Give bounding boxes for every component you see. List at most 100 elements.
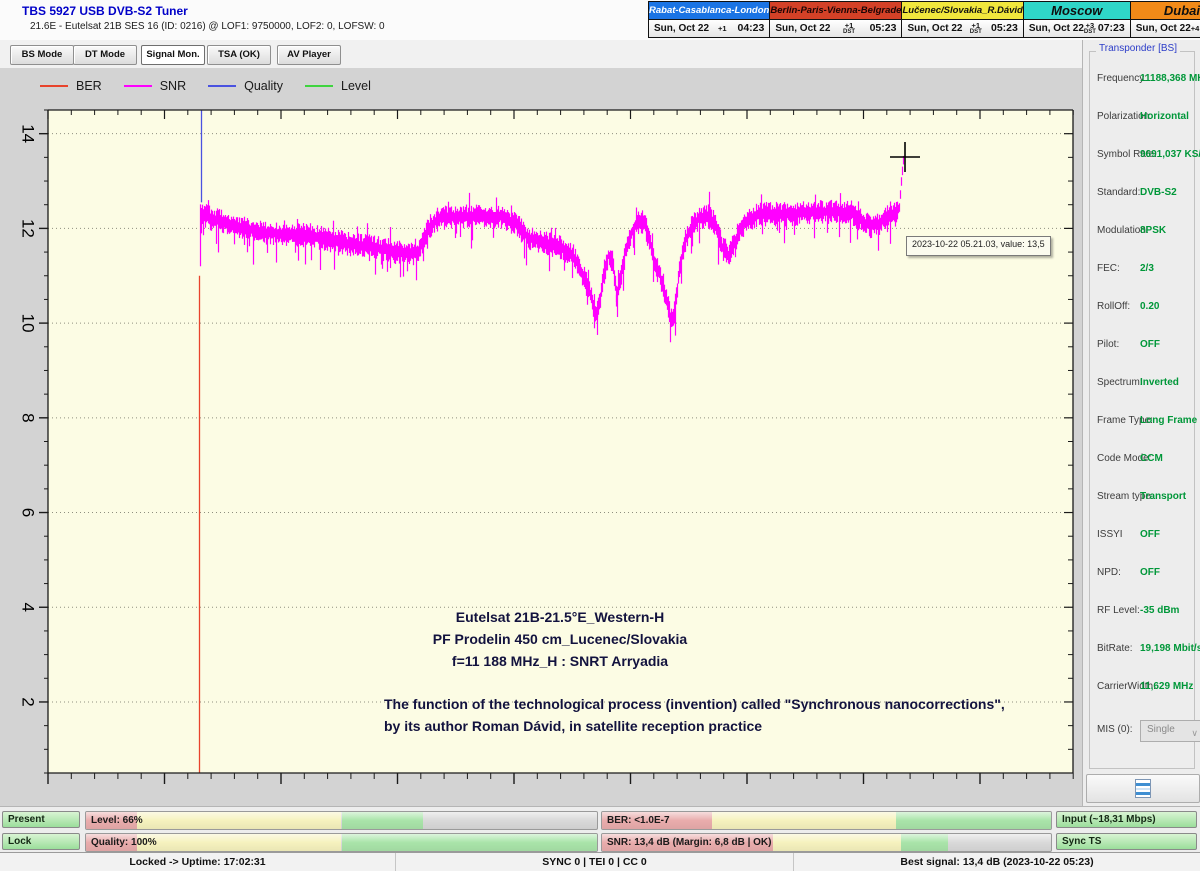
tab-bar: BS ModeDT ModeSignal Mon.TSA (OK) AV Play… <box>0 40 1082 69</box>
gauge-label: SNR: 13,4 dB (Margin: 6,8 dB | OK) <box>607 834 771 851</box>
transponder-value: CCM <box>1140 453 1163 464</box>
transponder-label: RollOff: <box>1097 301 1130 312</box>
chart-annotation-left: The function of the technological proces… <box>384 693 1074 737</box>
signal-status-bars: PresentLevel: 66%BER: <1.0E-7Input (~18,… <box>0 806 1200 853</box>
transponder-row: Pilot:OFF <box>1083 339 1200 353</box>
clock-date: Sun, Oct 22 <box>775 23 830 34</box>
clock-date: Sun, Oct 22 <box>907 23 962 34</box>
svg-text:14: 14 <box>19 124 38 143</box>
clock-time: 07:23 <box>1098 22 1125 34</box>
clock-time-row: Sun, Oct 22+407:23 <box>1131 20 1200 37</box>
clock-city-label: Berlin-Paris-Vienna-Belgrade <box>770 2 901 20</box>
tab-signal-mon-[interactable]: Signal Mon. <box>141 45 205 65</box>
clock-city-label: Moscow <box>1024 2 1130 20</box>
transponder-value: 8PSK <box>1140 225 1166 236</box>
window-title: TBS 5927 USB DVB-S2 Tuner <box>22 4 188 18</box>
signal-monitor-panel: BERSNRQualityLevel 2468101214 Eutelsat 2… <box>0 68 1082 806</box>
clock-panel: Berlin-Paris-Vienna-Belgrade Sun, Oct 22 +… <box>770 1 902 38</box>
chevron-down-icon: ∨ <box>1191 724 1198 742</box>
status-sync-counters: SYNC 0 | TEI 0 | CC 0 <box>396 853 794 871</box>
transponder-row: ISSYIOFF <box>1083 529 1200 543</box>
transport-list-button[interactable] <box>1086 774 1200 803</box>
status-best-signal: Best signal: 13,4 dB (2023-10-22 05:23) <box>794 853 1200 871</box>
tab-bs-mode[interactable]: BS Mode <box>10 45 74 65</box>
svg-text:4: 4 <box>19 603 38 612</box>
gauge-level: Level: 66% <box>85 811 598 830</box>
mis-dropdown-value: Single <box>1147 724 1175 735</box>
status-bar: Locked -> Uptime: 17:02:31 SYNC 0 | TEI … <box>0 852 1200 871</box>
transponder-row: Stream type:Transport <box>1083 491 1200 505</box>
annotation-line: f=11 188 MHz_H : SNRT Arryadia <box>340 650 780 672</box>
transponder-row: Frequency:11188,368 MHz <box>1083 73 1200 87</box>
status-uptime: Locked -> Uptime: 17:02:31 <box>0 853 396 871</box>
clock-utc-offset: +4 <box>1191 25 1200 33</box>
badge-lock: Lock <box>2 833 80 850</box>
clock-panel: Lučenec/Slovakia_R.Dávid Sun, Oct 22 +1DST… <box>902 1 1023 38</box>
svg-text:10: 10 <box>19 314 38 333</box>
clock-city-label: Rabat-Casablanca-London <box>649 2 769 20</box>
transponder-label: NPD: <box>1097 567 1121 578</box>
clock-utc-offset: +1 <box>718 25 727 33</box>
transponder-row: RollOff: 0.20 <box>1083 301 1200 315</box>
clock-city-label: Lučenec/Slovakia_R.Dávid <box>902 2 1022 20</box>
clock-time-row: Sun, Oct 22+1DST05:23 <box>902 20 1022 37</box>
transponder-row: NPD: OFF <box>1083 567 1200 581</box>
transponder-row: Spectrum:Inverted <box>1083 377 1200 391</box>
transponder-label: ISSYI <box>1097 529 1123 540</box>
transponder-sidebar: Transponder [BS] Frequency:11188,368 MHz… <box>1082 40 1200 806</box>
transponder-value: 0.20 <box>1140 301 1159 312</box>
tuner-subtitle: 21.6E - Eutelsat 21B SES 16 (ID: 0216) @… <box>30 21 385 32</box>
clock-city-label: Dubai <box>1131 2 1200 20</box>
transponder-row: BitRate: 19,198 Mbit/s <box>1083 643 1200 657</box>
svg-text:6: 6 <box>19 508 38 517</box>
transponder-row: Standard:DVB-S2 <box>1083 187 1200 201</box>
gauge-label: BER: <1.0E-7 <box>607 812 670 829</box>
transponder-value: OFF <box>1140 567 1160 578</box>
transponder-label: BitRate: <box>1097 643 1133 654</box>
transponder-value: Long Frame <box>1140 415 1197 426</box>
transponder-value: Transport <box>1140 491 1186 502</box>
annotation-line: Eutelsat 21B-21.5°E_Western-H <box>340 606 780 628</box>
transponder-row: CarrierWidth:11,629 MHz <box>1083 681 1200 695</box>
transponder-value: OFF <box>1140 339 1160 350</box>
clock-time-row: Sun, Oct 22 +1DST 05:23 <box>770 20 901 37</box>
transponder-group-title: Transponder [BS] <box>1096 43 1180 54</box>
transponder-value: DVB-S2 <box>1140 187 1177 198</box>
clock-panel: MoscowSun, Oct 22+3DST07:23 <box>1024 1 1131 38</box>
clock-time-row: Sun, Oct 22 +1 04:23 <box>649 20 769 37</box>
tab-av-player[interactable]: AV Player <box>277 45 341 65</box>
mis-label: MIS (0): <box>1097 724 1133 735</box>
transponder-label: Spectrum: <box>1097 377 1143 388</box>
clock-panel: Rabat-Casablanca-London Sun, Oct 22 +1 04:2… <box>648 1 770 38</box>
transponder-value: 19,198 Mbit/s <box>1140 643 1200 654</box>
transponder-row: RF Level:-35 dBm <box>1083 605 1200 619</box>
transponder-value: Horizontal <box>1140 111 1189 122</box>
clock-utc-offset: +1DST <box>970 22 982 36</box>
transponder-value: Inverted <box>1140 377 1179 388</box>
badge-present: Present <box>2 811 80 828</box>
gauge-snr: SNR: 13,4 dB (Margin: 6,8 dB | OK) <box>601 833 1052 852</box>
transponder-label: FEC: <box>1097 263 1120 274</box>
svg-text:12: 12 <box>19 219 38 238</box>
svg-text:2: 2 <box>19 697 38 706</box>
clock-date: Sun, Oct 22 <box>654 23 709 34</box>
world-clocks: Rabat-Casablanca-London Sun, Oct 22 +1 04:2… <box>648 1 1199 38</box>
annotation-line: PF Prodelin 450 cm_Lucenec/Slovakia <box>340 628 780 650</box>
clock-time-row: Sun, Oct 22+3DST07:23 <box>1024 20 1130 37</box>
clock-time: 05:23 <box>870 22 897 34</box>
tab-dt-mode[interactable]: DT Mode <box>73 45 137 65</box>
transport-list-icon <box>1135 779 1151 798</box>
clock-utc-offset: +1DST <box>843 22 855 36</box>
clock-time: 04:23 <box>737 22 764 34</box>
transponder-row: Symbol Rate:9691,037 KS/s <box>1083 149 1200 163</box>
header-bar: TBS 5927 USB DVB-S2 Tuner 21.6E - Eutels… <box>0 0 1200 41</box>
annotation-line: The function of the technological proces… <box>384 693 1074 715</box>
transponder-row: Modulation:8PSK <box>1083 225 1200 239</box>
chart-annotation-center: Eutelsat 21B-21.5°E_Western-HPF Prodelin… <box>340 606 780 672</box>
transponder-row: FEC: 2/3 <box>1083 263 1200 277</box>
tab-tsa-ok-[interactable]: TSA (OK) <box>207 45 271 65</box>
transponder-value: 2/3 <box>1140 263 1154 274</box>
chart-tooltip: 2023-10-22 05.21.03, value: 13,5 <box>906 236 1051 256</box>
mis-dropdown[interactable]: Single ∨ <box>1140 720 1200 742</box>
badge-sync-ts: Sync TS <box>1056 833 1197 850</box>
